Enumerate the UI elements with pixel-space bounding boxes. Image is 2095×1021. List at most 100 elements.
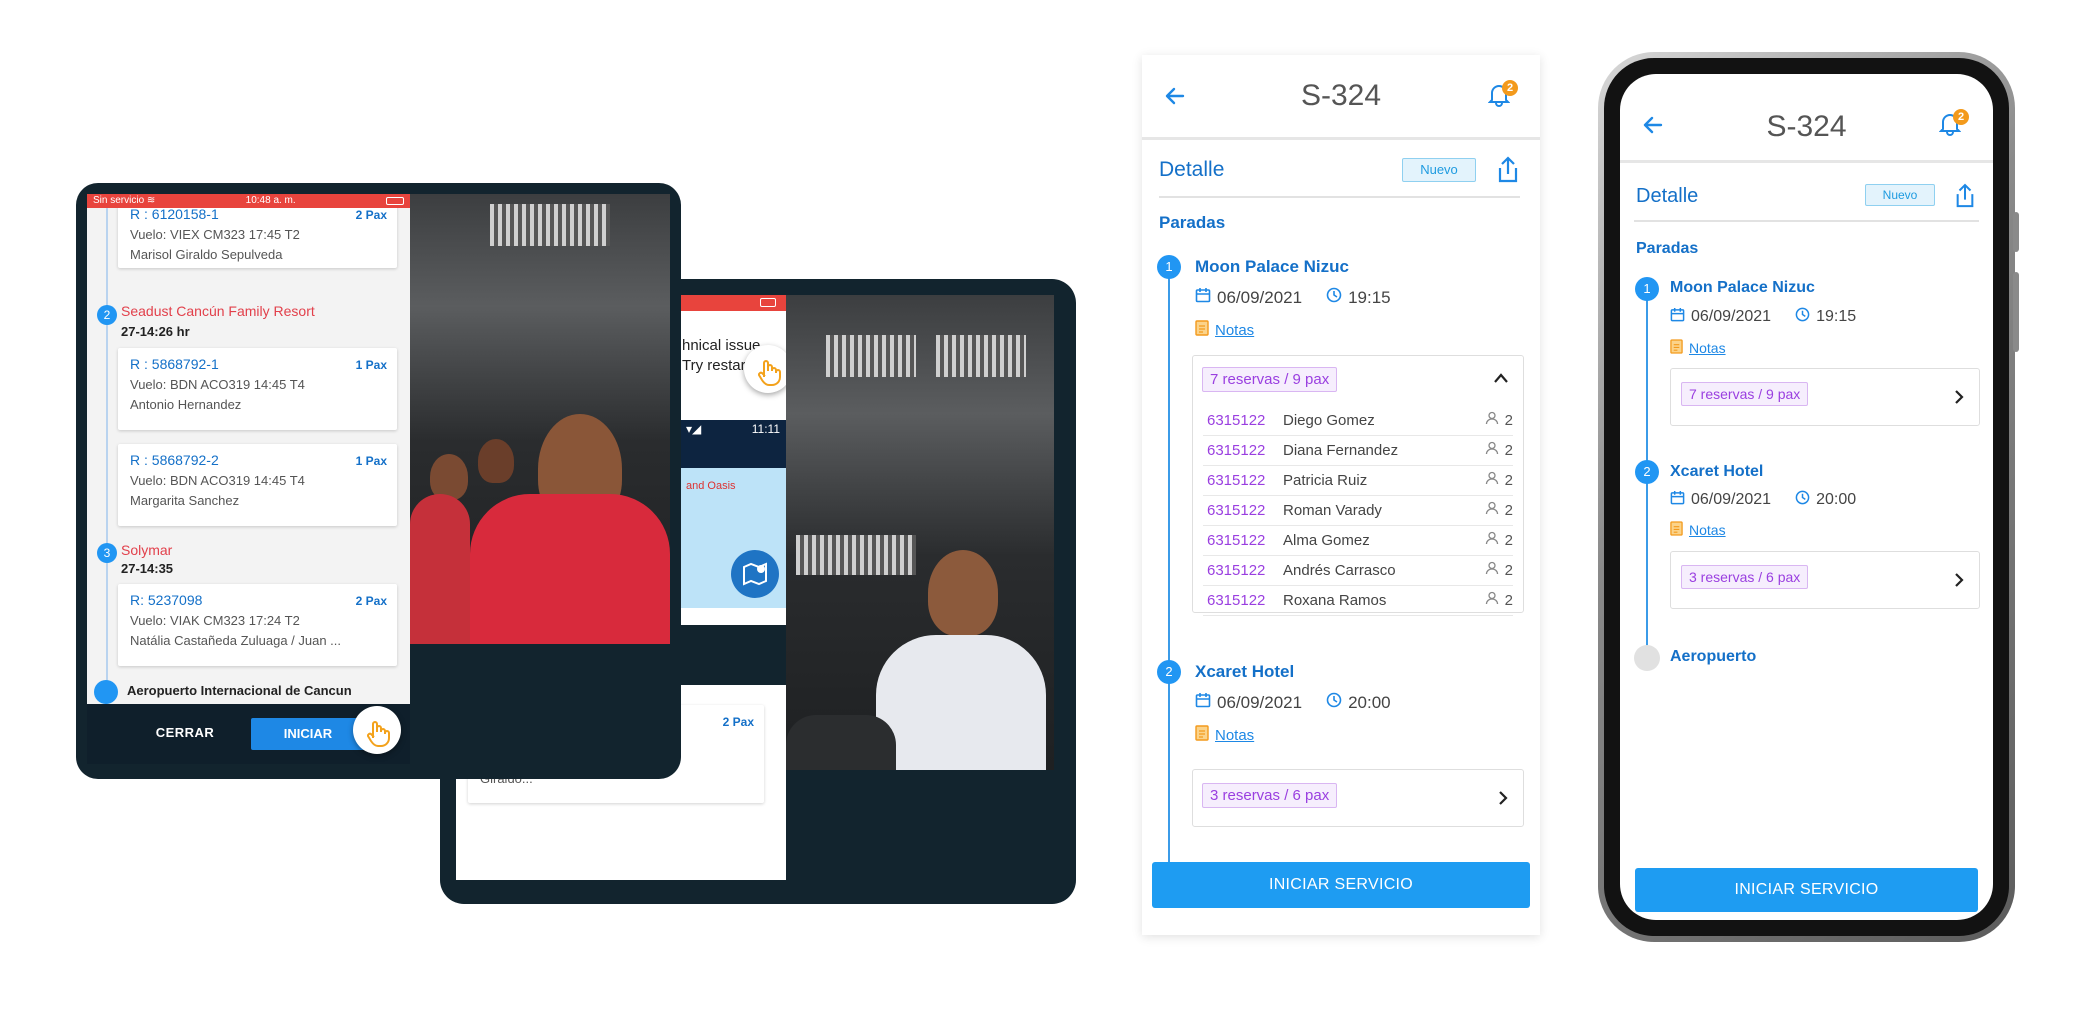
passenger-count: 2 xyxy=(1485,556,1513,586)
signal-icon: ▾◢ xyxy=(686,422,702,436)
passenger-name: Diana Fernandez xyxy=(1283,442,1399,459)
reservation-row[interactable]: 6315122 Andrés Carrasco 2 xyxy=(1203,556,1513,586)
count-value: 2 xyxy=(1504,592,1513,609)
page-title: S-324 xyxy=(1300,79,1382,112)
reservation-row[interactable]: 6315122 Patricia Ruiz 2 xyxy=(1203,466,1513,496)
share-icon[interactable] xyxy=(1954,183,1976,209)
calendar-icon xyxy=(1670,307,1685,327)
stop-time: 19:15 xyxy=(1348,287,1391,307)
stop-name: Aeropuerto xyxy=(1670,648,1757,665)
tablet-device-front: Sin servicio ≋ 10:48 a. m. R : 6120158-1… xyxy=(76,183,681,779)
pax-count: 2 Pax xyxy=(355,208,387,222)
notes-link[interactable]: Notas xyxy=(1195,320,1254,340)
stop-number: 2 xyxy=(1635,460,1659,484)
reservation-card[interactable]: R: 5237098 2 Pax Vuelo: VIAK CM323 17:24… xyxy=(118,584,397,666)
stop-time: 27-14:26 hr xyxy=(121,324,190,339)
notes-link[interactable]: Notas xyxy=(1670,339,1726,357)
stop-number: 2 xyxy=(97,305,117,325)
stop-number: 2 xyxy=(1157,660,1181,684)
map-area[interactable]: and Oasis xyxy=(666,468,786,608)
touch-icon[interactable] xyxy=(353,706,401,754)
count-value: 2 xyxy=(1504,472,1513,489)
passenger-names: Antonio Hernandez xyxy=(130,397,242,412)
driver-shirt xyxy=(876,635,1046,770)
passenger-count: 2 xyxy=(1485,466,1513,496)
flight-info: Vuelo: BDN ACO319 14:45 T4 xyxy=(130,473,305,488)
final-stop-dot xyxy=(94,680,118,704)
notes-label: Notas xyxy=(1689,340,1726,356)
status-badge: Nuevo xyxy=(1402,158,1476,182)
stop-time: 20:00 xyxy=(1816,491,1857,508)
map-icon[interactable] xyxy=(731,550,779,598)
flight-info: Vuelo: VIEX CM323 17:45 T2 xyxy=(130,227,300,242)
chevron-right-icon[interactable] xyxy=(1953,389,1965,410)
reservation-row[interactable]: 6315122 Roman Varady 2 xyxy=(1203,496,1513,526)
user-icon xyxy=(1485,496,1499,526)
stop-datetime: 06/09/2021 20:00 xyxy=(1670,490,1856,510)
reservation-row[interactable]: 6315122 Alma Gomez 2 xyxy=(1203,526,1513,556)
notes-label: Notas xyxy=(1215,321,1255,339)
reservation-id: R : 6120158-1 xyxy=(130,208,219,222)
calendar-icon xyxy=(1195,287,1211,308)
start-button[interactable]: INICIAR xyxy=(251,718,365,750)
reservation-card[interactable]: R : 5868792-1 1 Pax Vuelo: BDN ACO319 14… xyxy=(118,348,397,430)
bell-icon[interactable]: 2 xyxy=(1939,109,1969,136)
share-icon[interactable] xyxy=(1496,156,1520,184)
timeline-line xyxy=(106,208,108,704)
pax-count: 1 Pax xyxy=(355,358,387,372)
touch-icon[interactable] xyxy=(744,345,792,393)
clock-icon xyxy=(1795,307,1810,327)
reservations-collapsed[interactable]: 7 reservas / 9 pax xyxy=(1670,368,1980,426)
reservation-id: R: 5237098 xyxy=(130,592,203,608)
passenger-names: Natália Castañeda Zuluaga / Juan ... xyxy=(130,633,342,648)
calendar-icon xyxy=(1195,692,1211,713)
bell-icon[interactable]: 2 xyxy=(1488,80,1518,107)
status-time: 11:11 xyxy=(751,422,780,436)
chevron-up-icon[interactable] xyxy=(1493,371,1509,389)
notes-link[interactable]: Notas xyxy=(1670,521,1726,539)
count-value: 2 xyxy=(1504,502,1513,519)
divider xyxy=(1159,196,1520,198)
notes-link[interactable]: Notas xyxy=(1195,725,1254,745)
stop-datetime: 06/09/2021 20:00 xyxy=(1195,692,1391,713)
stop-date: 06/09/2021 xyxy=(1217,692,1303,712)
passenger-shirt xyxy=(410,494,470,644)
reservations-expanded[interactable]: 7 reservas / 9 pax 6315122 Diego Gomez 2 63… xyxy=(1192,355,1524,616)
reservations-collapsed[interactable]: 3 reservas / 6 pax xyxy=(1670,551,1980,609)
user-icon xyxy=(1485,406,1499,436)
reservations-collapsed[interactable]: 3 reservas / 6 pax xyxy=(1192,769,1524,827)
calendar-icon xyxy=(1670,490,1685,510)
phone-device: S-324 2 Detalle Nuevo Paradas 1 Moon Pal… xyxy=(1598,52,2019,942)
reservation-row[interactable]: 6315122 Diana Fernandez 2 xyxy=(1203,436,1513,466)
stop-number: 3 xyxy=(97,543,117,563)
start-service-button[interactable]: INICIAR SERVICIO xyxy=(1635,868,1978,912)
final-stop-name: Aeropuerto Internacional de Cancun xyxy=(127,683,352,698)
reservations-count-tag: 7 reservas / 9 pax xyxy=(1681,382,1809,406)
notification-badge: 2 xyxy=(1953,109,1969,125)
power-button xyxy=(2013,272,2019,352)
stop-datetime: 06/09/2021 19:15 xyxy=(1670,307,1856,327)
volume-button xyxy=(2013,212,2019,252)
chevron-right-icon[interactable] xyxy=(1497,790,1509,811)
close-button[interactable]: CERRAR xyxy=(135,718,235,748)
start-service-button[interactable]: INICIAR SERVICIO xyxy=(1152,862,1530,908)
reservation-row[interactable]: 6315122 Roxana Ramos 2 xyxy=(1203,586,1513,616)
reservation-card[interactable]: R : 5868792-2 1 Pax Vuelo: BDN ACO319 14… xyxy=(118,444,397,526)
passenger-count: 2 xyxy=(1485,496,1513,526)
passenger-face xyxy=(478,439,514,483)
note-icon xyxy=(1195,725,1209,745)
reservation-card[interactable]: R : 6120158-1 2 Pax Vuelo: VIEX CM323 17… xyxy=(118,208,397,268)
header: S-324 2 xyxy=(1620,74,1993,163)
section-title: Detalle xyxy=(1159,158,1225,181)
carrier-label: Sin servicio xyxy=(93,195,145,206)
flight-info: Vuelo: VIAK CM323 17:24 T2 xyxy=(130,613,300,628)
passenger-count: 2 xyxy=(1485,586,1513,616)
chevron-right-icon[interactable] xyxy=(1953,572,1965,593)
stops-list[interactable]: R : 6120158-1 2 Pax Vuelo: VIEX CM323 17… xyxy=(87,208,410,704)
passenger-count: 2 xyxy=(1485,526,1513,556)
user-icon xyxy=(1485,436,1499,466)
user-icon xyxy=(1485,526,1499,556)
reservation-row[interactable]: 6315122 Diego Gomez 2 xyxy=(1203,406,1513,436)
stop-datetime: 06/09/2021 19:15 xyxy=(1195,287,1391,308)
driver-video-feed xyxy=(786,295,1054,770)
